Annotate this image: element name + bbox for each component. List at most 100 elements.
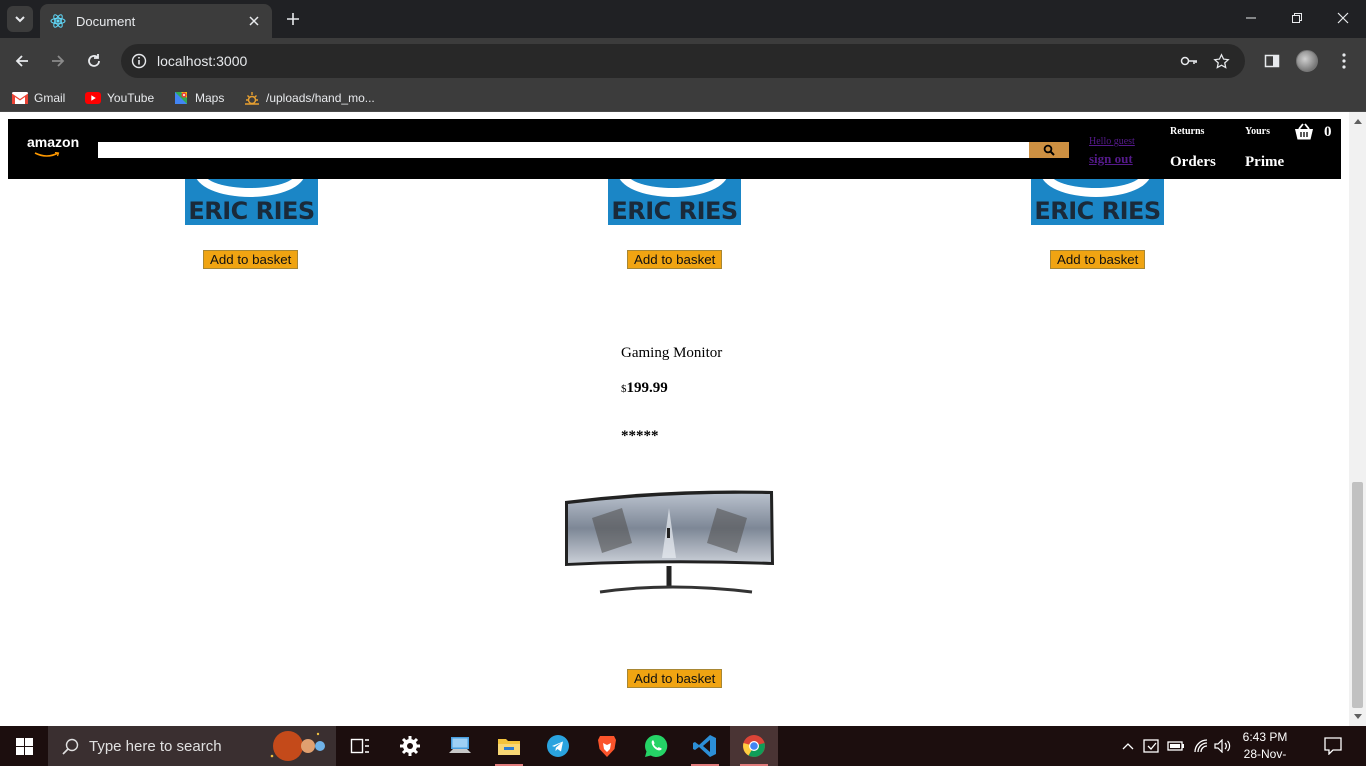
tray-app-icon[interactable] bbox=[1142, 736, 1162, 756]
bookmark-uploads[interactable]: /uploads/hand_mo... bbox=[244, 90, 375, 106]
task-view-icon bbox=[350, 738, 369, 754]
telegram-icon bbox=[547, 735, 569, 757]
taskbar-chrome[interactable] bbox=[730, 726, 778, 766]
close-window-button[interactable] bbox=[1320, 0, 1366, 36]
key-icon[interactable] bbox=[1179, 51, 1199, 71]
add-to-basket-button[interactable]: Add to basket bbox=[627, 250, 723, 269]
arrow-left-icon bbox=[15, 55, 28, 67]
taskbar-file-explorer[interactable] bbox=[485, 726, 533, 766]
add-to-basket-button[interactable]: Add to basket bbox=[1050, 250, 1146, 269]
url-text: localhost:3000 bbox=[157, 53, 248, 69]
back-button[interactable] bbox=[10, 49, 34, 73]
price-amount: 199.99 bbox=[626, 380, 668, 396]
cover-swirl bbox=[195, 179, 305, 197]
reload-icon bbox=[88, 54, 100, 67]
gear-icon bbox=[400, 736, 420, 756]
cover-author-text: ERIC RIES bbox=[188, 197, 315, 225]
bookmark-gmail[interactable]: Gmail bbox=[12, 90, 65, 106]
profile-button[interactable] bbox=[1295, 49, 1319, 73]
bookmark-maps[interactable]: Maps bbox=[173, 90, 224, 106]
page-scrollbar[interactable] bbox=[1349, 112, 1366, 726]
basket-icon bbox=[1295, 123, 1313, 140]
product-image: ERIC RIES bbox=[185, 179, 318, 225]
orders-label[interactable]: Orders bbox=[1170, 154, 1216, 171]
sun-icon bbox=[244, 90, 260, 106]
add-to-basket-button[interactable]: Add to basket bbox=[627, 669, 723, 688]
notifications-icon[interactable] bbox=[1323, 736, 1343, 756]
minimize-button[interactable] bbox=[1228, 0, 1274, 36]
add-to-basket-button[interactable]: Add to basket bbox=[203, 250, 299, 269]
address-bar[interactable]: localhost:3000 bbox=[121, 44, 1245, 78]
returns-label[interactable]: Returns bbox=[1170, 126, 1204, 137]
chrome-icon bbox=[743, 735, 765, 757]
bookmark-label: /uploads/hand_mo... bbox=[266, 91, 375, 105]
greeting-link[interactable]: Hello guest bbox=[1089, 136, 1135, 147]
browser-tab-strip: Document bbox=[0, 0, 1366, 38]
taskbar-this-pc[interactable] bbox=[436, 726, 484, 766]
tray-overflow-icon[interactable] bbox=[1118, 736, 1138, 756]
bookmarks-bar: Gmail YouTube Maps /uploads/hand_mo... bbox=[0, 84, 1366, 112]
scrollbar-thumb[interactable] bbox=[1352, 482, 1363, 708]
bookmark-label: Maps bbox=[195, 91, 225, 105]
more-vert-icon bbox=[1342, 53, 1346, 69]
search-button[interactable] bbox=[1029, 142, 1069, 158]
yours-label[interactable]: Yours bbox=[1245, 126, 1270, 137]
page-viewport: ERIC RIES Add to basket ERIC RIES Add to… bbox=[0, 112, 1349, 726]
reload-button[interactable] bbox=[82, 49, 106, 73]
chevron-down-icon bbox=[15, 16, 25, 23]
minimize-icon bbox=[1246, 17, 1256, 19]
tab-search-button[interactable] bbox=[7, 6, 33, 32]
close-tab-icon[interactable] bbox=[246, 13, 262, 29]
basket-count: 0 bbox=[1324, 123, 1332, 140]
arrow-right-icon bbox=[52, 55, 65, 67]
clock-date: 28-Nov-2023 bbox=[1243, 747, 1287, 766]
computer-icon bbox=[449, 737, 471, 753]
taskbar-settings[interactable] bbox=[386, 726, 434, 766]
amazon-logo[interactable]: amazon bbox=[27, 134, 79, 150]
star-icon[interactable] bbox=[1211, 51, 1231, 71]
taskbar-search[interactable]: Type here to search bbox=[48, 726, 336, 766]
cover-swirl bbox=[618, 179, 728, 197]
basket-link[interactable]: 0 bbox=[1294, 123, 1332, 141]
whatsapp-icon bbox=[645, 734, 668, 757]
restore-icon bbox=[1292, 13, 1302, 23]
start-button[interactable] bbox=[0, 726, 48, 766]
clock-time: 6:43 PM bbox=[1242, 730, 1288, 744]
product-price: $199.99 bbox=[621, 379, 668, 397]
taskbar-brave[interactable] bbox=[583, 726, 631, 766]
forward-button[interactable] bbox=[46, 49, 70, 73]
side-panel-button[interactable] bbox=[1260, 49, 1284, 73]
taskbar-clock[interactable]: 6:43 PM 28-Nov-2023 bbox=[1234, 729, 1296, 766]
folder-icon bbox=[498, 739, 520, 755]
product-image: ERIC RIES bbox=[1031, 179, 1164, 225]
battery-icon[interactable] bbox=[1166, 736, 1186, 756]
site-header: amazon Hello guest sign out Returns Orde… bbox=[8, 119, 1341, 179]
amazon-smile-icon bbox=[34, 152, 60, 157]
prime-label[interactable]: Prime bbox=[1245, 154, 1284, 171]
new-tab-button[interactable] bbox=[283, 9, 303, 29]
scroll-down-icon[interactable] bbox=[1353, 712, 1362, 721]
search-input[interactable] bbox=[98, 142, 1030, 158]
menu-button[interactable] bbox=[1332, 49, 1356, 73]
browser-tab[interactable]: Document bbox=[40, 4, 272, 38]
product-title: Gaming Monitor bbox=[621, 345, 723, 361]
cover-swirl bbox=[1041, 179, 1151, 197]
taskbar-telegram[interactable] bbox=[534, 726, 582, 766]
taskbar-vscode[interactable] bbox=[681, 726, 729, 766]
scroll-up-icon[interactable] bbox=[1353, 116, 1362, 125]
vscode-icon bbox=[693, 735, 716, 757]
search-highlight-icon bbox=[270, 731, 325, 761]
restore-button[interactable] bbox=[1274, 0, 1320, 36]
taskbar-whatsapp[interactable] bbox=[632, 726, 680, 766]
plus-icon bbox=[287, 13, 299, 25]
volume-icon[interactable] bbox=[1213, 736, 1233, 756]
windows-taskbar: Type here to search 6:43 PM 28-Nov- bbox=[0, 726, 1366, 766]
bookmark-youtube[interactable]: YouTube bbox=[85, 90, 154, 106]
site-info-icon[interactable] bbox=[129, 51, 149, 71]
task-view-button[interactable] bbox=[336, 726, 384, 766]
maps-icon bbox=[173, 90, 189, 106]
brave-icon bbox=[598, 735, 616, 757]
sign-out-link[interactable]: sign out bbox=[1089, 151, 1133, 167]
product-image: ERIC RIES bbox=[608, 179, 741, 225]
wifi-icon[interactable] bbox=[1191, 736, 1211, 756]
